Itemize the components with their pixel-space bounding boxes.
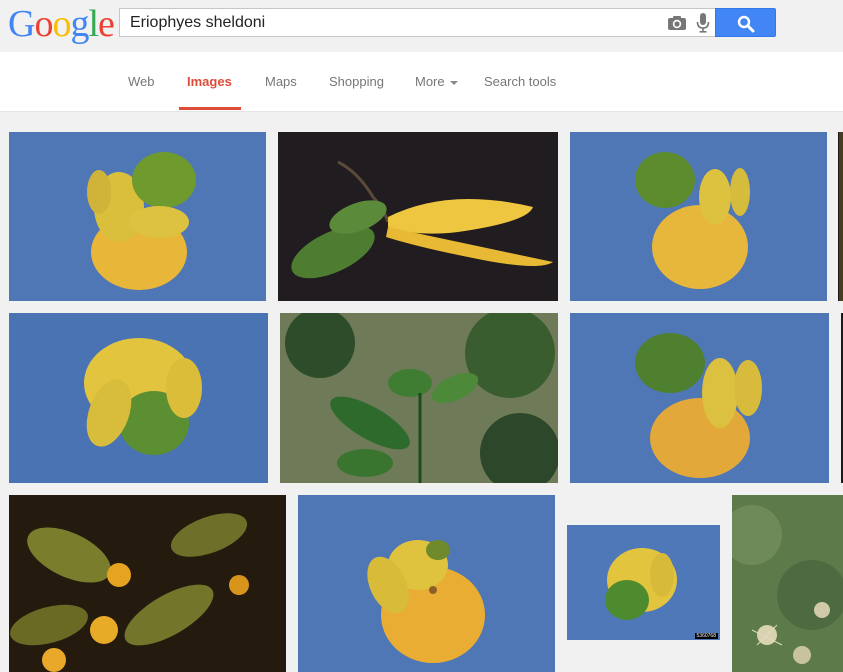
tab-more-label: More [415,74,445,89]
search-icon [737,15,755,33]
logo-letter: o [34,3,53,45]
tab-maps[interactable]: Maps [265,52,297,111]
search-input[interactable] [130,14,650,32]
image-result[interactable] [838,132,843,301]
search-box [119,8,715,37]
image-result[interactable] [570,313,829,483]
search-nav: Web Images Maps Shopping More Search too… [0,52,843,112]
camera-icon[interactable] [667,15,687,31]
logo-letter: g [70,3,89,45]
image-result[interactable] [732,495,843,672]
search-button[interactable] [715,8,776,37]
tab-search-tools[interactable]: Search tools [484,52,556,111]
image-result[interactable]: 5360768 [567,525,720,640]
chevron-down-icon [449,80,458,85]
image-result[interactable] [280,313,558,483]
logo-letter: e [98,3,115,45]
tab-more[interactable]: More [415,52,458,111]
tab-shopping[interactable]: Shopping [329,52,384,111]
microphone-icon[interactable] [696,13,710,33]
image-watermark: 5360768 [694,633,718,639]
active-tab-indicator [179,107,241,110]
tab-web[interactable]: Web [128,52,155,111]
image-result[interactable] [298,495,555,672]
image-results-grid: 5360768 [0,112,843,672]
image-result[interactable] [9,495,286,672]
logo-letter: o [52,3,71,45]
image-result[interactable] [9,313,268,483]
image-result[interactable] [278,132,558,301]
image-result[interactable] [9,132,266,301]
logo-letter: l [88,3,99,45]
google-logo[interactable]: Google [8,3,115,45]
image-result[interactable] [570,132,827,301]
logo-letter: G [8,3,35,45]
tab-images[interactable]: Images [187,52,232,111]
header: Google [0,0,843,52]
